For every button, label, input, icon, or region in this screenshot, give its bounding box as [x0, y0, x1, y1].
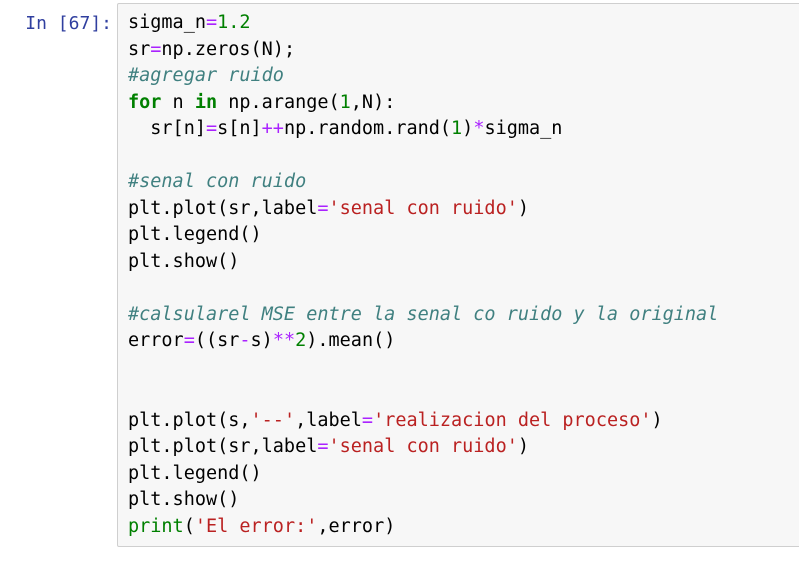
code-token: np.arange(	[217, 91, 340, 113]
code-token: #senal con ruido	[128, 171, 307, 192]
code-line: print('El error:',error)	[128, 514, 718, 541]
code-token: #agregar ruido	[128, 65, 284, 86]
code-token: for	[128, 91, 162, 113]
code-token: )	[651, 409, 663, 431]
code-token: ).mean()	[306, 330, 396, 351]
code-token: 'senal con ruido'	[328, 436, 518, 457]
code-token: '--'	[250, 409, 296, 431]
code-line: plt.plot(sr,label='senal con ruido')	[128, 196, 718, 223]
code-token: =	[205, 12, 218, 33]
code-token: sigma_n	[128, 12, 206, 33]
code-token: 2	[295, 330, 307, 351]
code-token: plt.show()	[128, 250, 240, 272]
code-line: sigma_n=1.2	[128, 10, 718, 37]
code-token: plt.show()	[128, 489, 240, 510]
code-token: 'senal con ruido'	[328, 197, 518, 219]
code-line: plt.legend()	[128, 222, 718, 249]
code-line: #agregar ruido	[128, 63, 718, 90]
code-token: **	[272, 330, 296, 351]
code-token: =	[150, 38, 162, 60]
code-cell-editor[interactable]: sigma_n=1.2 sr=np.zeros(N); #agregar ruido…	[117, 3, 799, 547]
code-token: 1.2	[217, 12, 251, 33]
code-token: *	[473, 118, 485, 139]
code-token: 1	[451, 118, 463, 139]
code-line: plt.show()	[128, 249, 718, 276]
code-token: 1	[339, 91, 351, 113]
code-token: sr	[128, 38, 151, 60]
code-line: error=((sr-s)**2).mean()	[128, 328, 718, 355]
code-token: in	[194, 91, 218, 113]
input-prompt: In [67]:	[25, 13, 112, 34]
code-token: =	[361, 409, 374, 431]
code-token: error	[128, 330, 184, 351]
code-token: ,N):	[350, 91, 396, 113]
code-token: =	[183, 330, 195, 351]
code-token: n	[161, 91, 195, 113]
code-token: (	[183, 515, 195, 537]
code-token: plt.plot(s,	[128, 409, 251, 431]
code-line: plt.plot(sr,label='senal con ruido')	[128, 434, 718, 461]
code-token: )	[462, 118, 474, 139]
code-token: #calsularel MSE entre la senal co ruido …	[128, 303, 719, 325]
code-token: =	[317, 197, 329, 219]
code-token: plt.plot(sr,label	[128, 436, 318, 457]
code-line: #senal con ruido	[128, 169, 718, 196]
code-line: #calsularel MSE entre la senal co ruido …	[128, 302, 718, 329]
code-token: s)	[250, 330, 273, 351]
code-line: sr=np.zeros(N);	[128, 37, 718, 64]
code-token: 'realizacion del proceso'	[373, 409, 652, 431]
code-line: sr[n]=s[n]++np.random.rand(1)*sigma_n	[128, 116, 718, 143]
code-token: ,error)	[317, 515, 396, 537]
code-token: print	[128, 515, 184, 537]
code-token: s[n]	[217, 118, 262, 139]
code-token: )	[517, 436, 529, 457]
code-token: ((sr	[194, 330, 240, 351]
code-token: sr[n]	[128, 118, 206, 139]
code-token: ++	[261, 118, 284, 139]
code-token: sigma_n	[484, 118, 563, 139]
code-token: plt.legend()	[128, 462, 262, 484]
code-token: plt.legend()	[128, 224, 262, 245]
code-token: -	[239, 330, 251, 351]
code-line: plt.plot(s,'--',label='realizacion del p…	[128, 408, 718, 435]
code-token: np.random.rand(	[283, 118, 452, 139]
code-token: ,label	[295, 409, 362, 431]
code-token: )	[517, 197, 529, 219]
code-line: plt.legend()	[128, 461, 718, 488]
code-area[interactable]: sigma_n=1.2 sr=np.zeros(N); #agregar ruido…	[128, 10, 718, 540]
code-token: =	[205, 118, 218, 139]
code-token: np.zeros(N);	[161, 38, 296, 60]
code-token: 'El error:'	[194, 515, 318, 537]
code-line: for n in np.arange(1,N):	[128, 90, 718, 117]
code-line: plt.show()	[128, 487, 718, 514]
code-token: =	[317, 436, 329, 457]
code-token: plt.plot(sr,label	[128, 197, 318, 219]
